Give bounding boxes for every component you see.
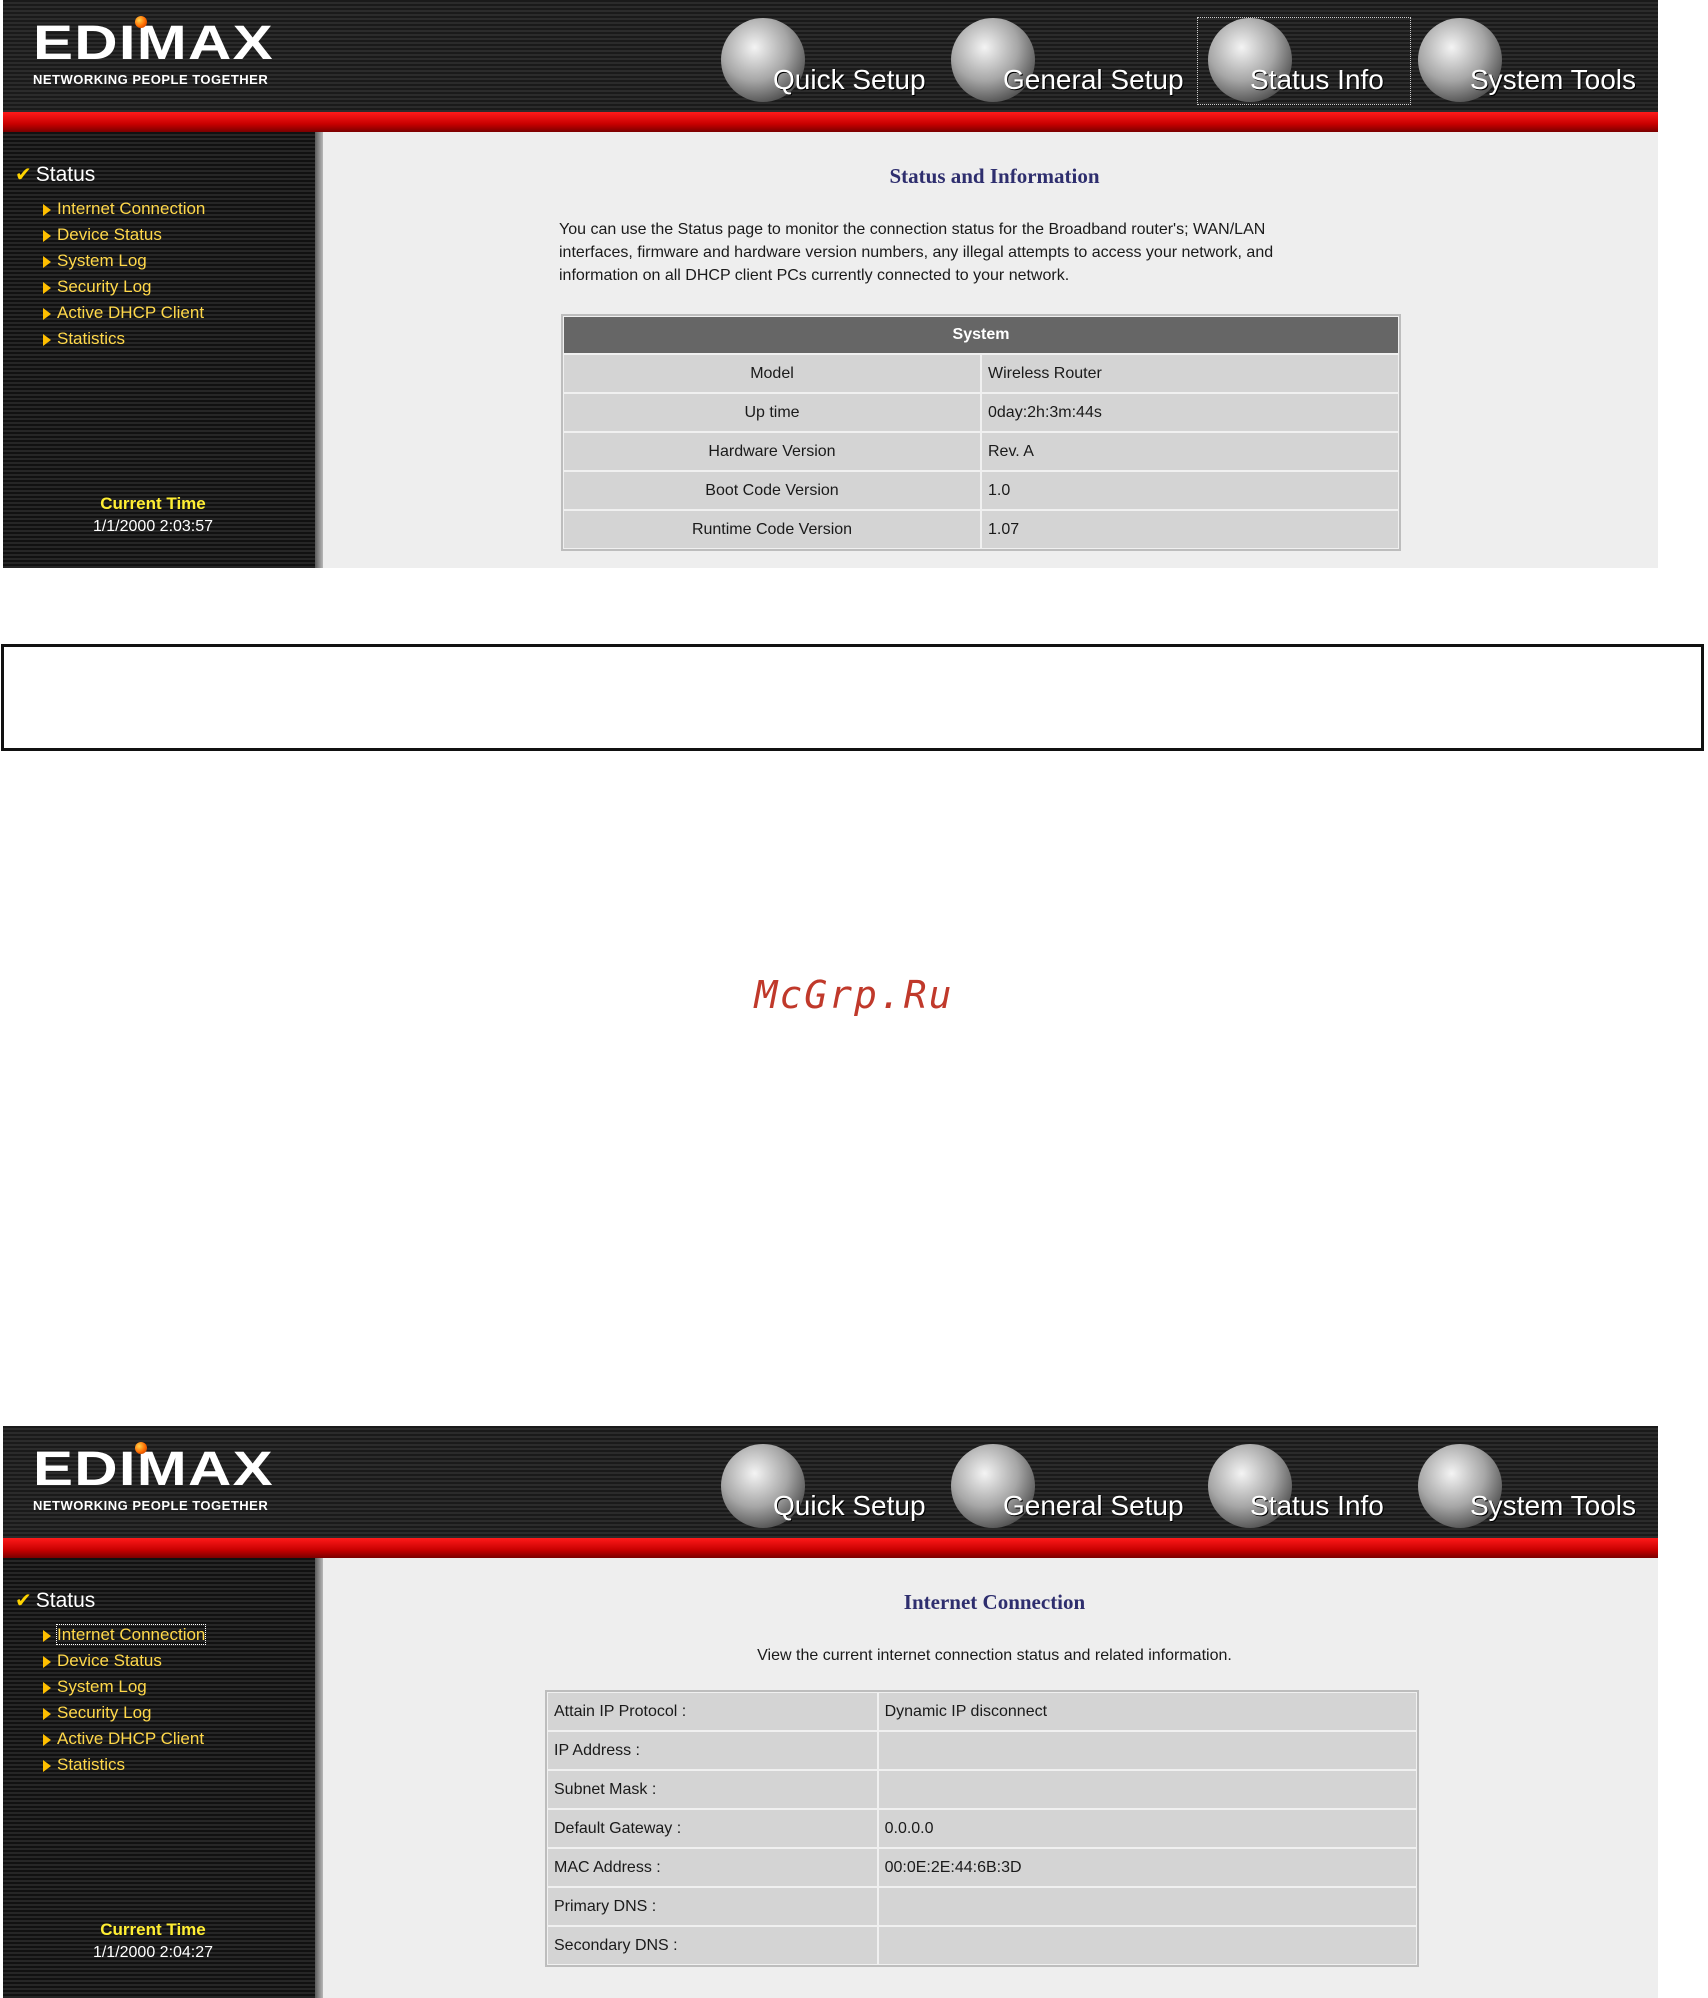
sidebar-item-active-dhcp-client[interactable]: Active DHCP Client [43,300,205,326]
content-area: Internet Connection View the current int… [331,1558,1658,1998]
edimax-logo: EDIMAX NETWORKING PEOPLE TOGETHER [33,16,274,87]
current-time-label: Current Time [100,1920,206,1939]
arrow-icon [43,1707,51,1720]
sidebar-item-security-log[interactable]: Security Log [43,274,205,300]
table-row: Default Gateway :0.0.0.0 [547,1809,1417,1848]
nav-general-setup[interactable]: General Setup [951,18,1191,104]
table-header: System [563,316,1399,354]
checkmark-icon: ✔ [15,164,32,186]
nav-system-tools[interactable]: System Tools [1418,18,1658,104]
nav-quick-setup[interactable]: Quick Setup [721,1444,941,1530]
checkmark-icon: ✔ [15,1590,32,1612]
content-area: Status and Information You can use the S… [331,132,1658,568]
top-banner: EDIMAX NETWORKING PEOPLE TOGETHER Quick … [3,1426,1658,1558]
sidebar-item-active-dhcp-client[interactable]: Active DHCP Client [43,1726,205,1752]
table-row: Hardware Version Rev. A [563,432,1399,471]
sidebar-item-system-log[interactable]: System Log [43,248,205,274]
current-time-label: Current Time [100,494,206,513]
page-title: Internet Connection [903,1590,1086,1614]
top-banner: EDIMAX NETWORKING PEOPLE TOGETHER Quick … [3,0,1658,132]
watermark: McGrp.Ru [754,973,954,1017]
arrow-icon [43,1655,51,1668]
table-row: Model Wireless Router [563,354,1399,393]
arrow-icon [43,1733,51,1746]
sidebar-item-statistics[interactable]: Statistics [43,1752,205,1778]
table-row: Up time 0day:2h:3m:44s [563,393,1399,432]
sidebar-item-device-status[interactable]: Device Status [43,222,205,248]
arrow-icon [43,1759,51,1772]
intro-text: You can use the Status page to monitor t… [559,221,1274,284]
table-row: Subnet Mask : [547,1770,1417,1809]
arrow-icon [43,229,51,242]
page-title: Status and Information [889,164,1100,188]
arrow-icon [43,1681,51,1694]
sidebar: ✔ Status Internet Connection Device Statu… [3,1558,323,1998]
table-row: Secondary DNS : [547,1926,1417,1965]
arrow-icon [43,1629,51,1642]
router-screenshot-internet-connection: EDIMAX NETWORKING PEOPLE TOGETHER Quick … [3,1426,1658,1998]
nav-status-info[interactable]: Status Info [1198,1444,1410,1530]
current-time-value: 1/1/2000 2:04:27 [92,1944,214,1961]
arrow-icon [43,333,51,346]
nav-general-setup[interactable]: General Setup [951,1444,1191,1530]
system-table: System Model Wireless Router Up time 0day:… [561,314,1401,551]
nav-status-info[interactable]: Status Info [1197,17,1411,105]
arrow-icon [43,255,51,268]
sidebar: ✔ Status Internet Connection Device Statu… [3,132,323,568]
sidebar-title[interactable]: ✔ Status [15,162,95,187]
arrow-icon [43,203,51,216]
arrow-icon [43,307,51,320]
sidebar-item-internet-connection[interactable]: Internet Connection [43,1622,207,1648]
table-row: Boot Code Version 1.0 [563,471,1399,510]
sidebar-item-system-log[interactable]: System Log [43,1674,205,1700]
nav-quick-setup[interactable]: Quick Setup [721,18,941,104]
router-screenshot-status: EDIMAX NETWORKING PEOPLE TOGETHER Quick … [3,0,1658,568]
sidebar-item-device-status[interactable]: Device Status [43,1648,205,1674]
edimax-logo: EDIMAX NETWORKING PEOPLE TOGETHER [33,1442,274,1513]
intro-text: View the current internet connection sta… [757,1647,1232,1664]
arrow-icon [43,281,51,294]
nav-system-tools[interactable]: System Tools [1418,1444,1658,1530]
table-row: Primary DNS : [547,1887,1417,1926]
table-row: Attain IP Protocol : Dynamic IP disconnec… [547,1692,1417,1731]
note-box [1,644,1704,751]
table-row: MAC Address :00:0E:2E:44:6B:3D [547,1848,1417,1887]
sidebar-item-statistics[interactable]: Statistics [43,326,205,352]
sidebar-item-security-log[interactable]: Security Log [43,1700,205,1726]
table-row: Runtime Code Version 1.07 [563,510,1399,549]
table-row: IP Address : [547,1731,1417,1770]
sidebar-item-internet-connection[interactable]: Internet Connection [43,196,205,222]
current-time-value: 1/1/2000 2:03:57 [92,518,214,535]
sidebar-title[interactable]: ✔ Status [15,1588,95,1613]
internet-connection-table: Attain IP Protocol : Dynamic IP disconnec… [545,1690,1419,1967]
